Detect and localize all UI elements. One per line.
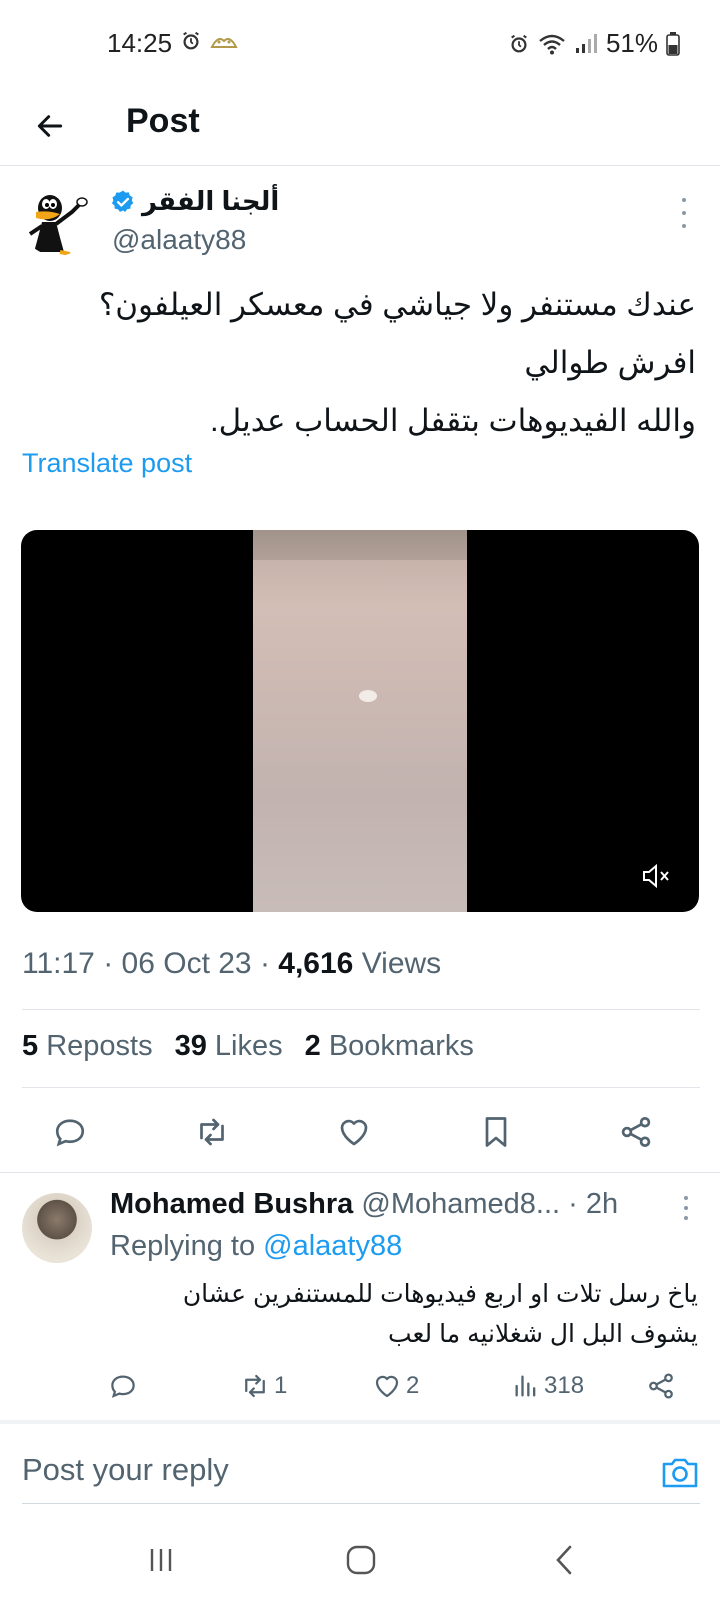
author-avatar[interactable] <box>20 182 94 256</box>
heart-icon <box>375 1375 399 1398</box>
more-options-icon[interactable] <box>676 1196 696 1220</box>
reply-time: · 2h <box>568 1188 619 1220</box>
recent-apps-button[interactable] <box>136 1538 186 1582</box>
likes-stat[interactable]: 39 Likes <box>175 1030 283 1063</box>
status-bar: 14:25 51% <box>0 0 720 88</box>
repost-icon <box>200 1118 224 1146</box>
reply-actions: 1 2 318 <box>0 1368 720 1404</box>
replying-to: Replying to @alaaty88 <box>110 1230 403 1262</box>
post-text-line: عندك مستنفر ولا جياشي في معسكر العيلفون؟ <box>98 287 696 322</box>
reply-text-line: ياخ رسل تلات او اربع فيديوهات للمستنفرين… <box>182 1280 698 1308</box>
battery-icon <box>666 31 680 56</box>
reply-text: ياخ رسل تلات او اربع فيديوهات للمستنفرين… <box>118 1274 698 1354</box>
post-stats: 5 Reposts 39 Likes 2 Bookmarks <box>22 1030 474 1063</box>
reply-views-count: 318 <box>544 1372 585 1399</box>
bookmark-button[interactable] <box>474 1110 518 1154</box>
reply-author-handle[interactable]: @Mohamed8... <box>361 1188 560 1220</box>
chevron-left-icon <box>556 1545 572 1575</box>
reply-text-line: يشوف البل ال شغلانيه ما لعب <box>387 1320 698 1348</box>
reply-reply-button[interactable] <box>108 1368 138 1404</box>
share-icon <box>621 1117 651 1147</box>
reply-button[interactable] <box>48 1110 92 1154</box>
reply-author-name[interactable]: Mohamed Bushra <box>110 1188 353 1220</box>
reply-share-button[interactable] <box>646 1368 676 1404</box>
author-handle[interactable]: @alaaty88 <box>112 224 246 256</box>
divider <box>0 1420 720 1424</box>
share-icon <box>649 1373 673 1399</box>
reply-icon <box>111 1375 135 1398</box>
recent-apps-icon <box>150 1549 172 1571</box>
alarm-icon <box>183 31 199 50</box>
home-icon <box>346 1545 376 1575</box>
reply-repost-button[interactable]: 1 <box>240 1368 287 1404</box>
heart-icon <box>340 1119 368 1146</box>
divider <box>22 1503 700 1504</box>
post-date: 06 Oct 23 <box>121 947 252 980</box>
post-video[interactable] <box>21 530 699 912</box>
home-button[interactable] <box>336 1538 386 1582</box>
status-icons-left <box>180 30 238 52</box>
reply-repost-count: 1 <box>274 1372 288 1399</box>
reply-like-count: 2 <box>406 1372 420 1399</box>
reposts-stat[interactable]: 5 Reposts <box>22 1030 153 1063</box>
status-time: 14:25 <box>107 28 173 58</box>
camera-icon[interactable] <box>660 1454 700 1490</box>
reply-like-button[interactable]: 2 <box>372 1368 419 1404</box>
like-button[interactable] <box>332 1110 376 1154</box>
views-count: 4,616 <box>278 947 354 980</box>
duck-avatar-icon <box>20 182 94 256</box>
notification-app-icon <box>210 38 238 48</box>
replying-to-handle[interactable]: @alaaty88 <box>263 1230 402 1262</box>
wifi-icon <box>539 34 565 54</box>
back-button[interactable] <box>28 104 72 148</box>
page-title: Post <box>126 102 200 140</box>
back-nav-button[interactable] <box>540 1538 590 1582</box>
app-bar: Post <box>0 88 720 166</box>
reply-icon <box>55 1119 85 1147</box>
arrow-left-icon <box>37 115 63 137</box>
share-button[interactable] <box>614 1110 658 1154</box>
divider <box>22 1087 700 1088</box>
battery-percent: 51% <box>605 28 658 58</box>
post-meta: 11:17 · 06 Oct 23 · 4,616 Views <box>22 947 442 980</box>
post-text: عندك مستنفر ولا جياشي في معسكر العيلفون؟… <box>16 276 696 450</box>
reply-avatar[interactable] <box>22 1193 92 1263</box>
repost-button[interactable] <box>190 1110 234 1154</box>
translate-post-link[interactable]: Translate post <box>22 448 192 479</box>
system-nav-bar <box>0 1520 720 1600</box>
bookmarks-stat[interactable]: 2 Bookmarks <box>305 1030 474 1063</box>
reply-views-button[interactable]: 318 <box>512 1368 584 1404</box>
reply-composer-input[interactable]: Post your reply <box>22 1452 622 1488</box>
verified-badge-icon <box>111 190 134 212</box>
author-name: ألجنا الفقر <box>142 186 280 216</box>
divider <box>0 1172 720 1173</box>
bookmark-icon <box>485 1117 507 1147</box>
post-actions <box>0 1110 720 1158</box>
video-frame <box>253 530 467 912</box>
author-name-row[interactable]: ألجنا الفقر <box>110 186 279 217</box>
reply-header: Mohamed Bushra @Mohamed8... · 2h <box>110 1188 618 1221</box>
alarm-icon <box>511 34 527 52</box>
more-options-icon[interactable] <box>672 198 696 228</box>
views-label: Views <box>361 947 442 980</box>
repost-icon <box>245 1374 265 1398</box>
signal-icon <box>575 33 597 53</box>
divider <box>22 1009 700 1010</box>
analytics-icon <box>515 1375 536 1397</box>
post-text-line: والله الفيديوهات بتقفل الحساب عديل. <box>209 403 696 438</box>
post-time: 11:17 <box>22 947 95 980</box>
status-icons-right: 51% <box>508 28 680 59</box>
mute-icon[interactable] <box>641 862 671 890</box>
post-text-line: افرش طوالي <box>524 345 696 380</box>
